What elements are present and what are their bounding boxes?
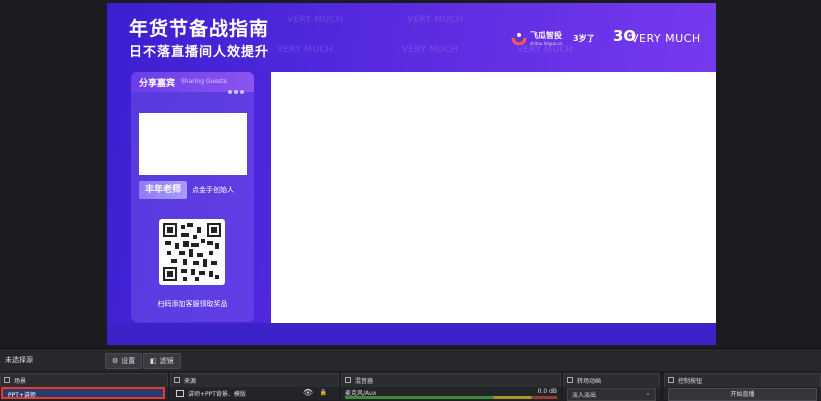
verymuch-text: VERY MUCH (631, 32, 701, 45)
transitions-dock-header: 转场动画 (563, 373, 660, 388)
settings-button[interactable]: ⚙ 设置 (105, 353, 143, 369)
scenes-dock-title: 场景 (14, 378, 27, 385)
presentation-screen (271, 72, 716, 324)
guest-name-tag: 丰年老师 (139, 181, 187, 199)
dock-area: 场景 PPT+讲师 来源 讲师+PPT背景、模版 👁 🔒 混音器 麦克风/Aux… (0, 371, 821, 401)
transitions-panel: 淡入淡出 ⌄ (563, 387, 660, 401)
scene-item-ppt[interactable]: PPT+讲师 (1, 387, 165, 399)
start-stream-button[interactable]: 开始直播 (668, 388, 817, 401)
watermark: VERY MUCH (407, 15, 463, 25)
controls-dock-header: 控制按钮 (664, 373, 821, 388)
dock-icon (4, 377, 10, 383)
guest-panel: 分享嘉宾 Sharing Guests 丰年老师 点金手创始人 扫码添加客服领取… (131, 72, 254, 322)
audio-meter (345, 396, 557, 399)
page-subtitle: 日不落直播间人效提升 (129, 45, 270, 60)
source-item-label: 讲师+PPT背景、模版 (188, 391, 246, 398)
mixer-dock-header: 混音器 (341, 373, 561, 388)
guest-photo (139, 113, 247, 175)
feigua-years: 3岁了 (573, 34, 595, 43)
no-source-label: 未选择源 (5, 356, 33, 364)
watermark: VERY MUCH (277, 45, 333, 55)
guest-description: 点金手创始人 (192, 186, 234, 194)
scenes-dock-header: 场景 (0, 373, 168, 388)
mixer-dock-title: 混音器 (355, 378, 374, 385)
dock-icon (567, 377, 573, 383)
feigua-logo-icon (511, 33, 527, 45)
watermark: VERY MUCH (287, 15, 343, 25)
mixer-level: 0.0 dB (537, 388, 557, 395)
page-title: 年货节备战指南 (129, 18, 270, 40)
source-toolbar: 未选择源 ⚙ 设置 ◧ 滤镜 (0, 348, 821, 371)
dock-icon (174, 377, 180, 383)
sources-list: 讲师+PPT背景、模版 👁 🔒 (170, 387, 339, 400)
visibility-eye-icon[interactable]: 👁 (303, 388, 313, 397)
lock-icon[interactable]: 🔒 (320, 389, 327, 396)
guest-panel-subtitle: Sharing Guests (181, 78, 227, 85)
feigua-name: 飞瓜智投 (530, 31, 562, 40)
dock-icon (345, 377, 351, 383)
canvas-bottom-strip (107, 323, 716, 345)
watermark: VERY MUCH (402, 45, 458, 55)
mixer-panel: 麦克风/Aux 0.0 dB (341, 387, 561, 400)
qr-caption: 扫码添加客服领取奖品 (157, 300, 228, 308)
stream-canvas[interactable]: VERY MUCH VERY MUCH VERY MUCH VERY MUCH … (107, 3, 716, 345)
sources-dock-header: 来源 (170, 373, 339, 388)
guest-panel-header: 分享嘉宾 Sharing Guests (131, 72, 254, 94)
controls-panel: 开始直播 (664, 387, 821, 401)
qr-code-icon (163, 223, 221, 281)
verymuch-brand: 3ʘ VERY MUCH (613, 27, 713, 47)
transition-select[interactable]: 淡入淡出 ⌄ (567, 388, 656, 401)
chevron-down-icon: ⌄ (645, 389, 651, 397)
sources-dock-title: 来源 (184, 378, 197, 385)
settings-button-label: 设置 (121, 357, 136, 365)
image-source-icon (176, 390, 184, 397)
scenes-list: PPT+讲师 (0, 387, 168, 400)
transition-selected: 淡入淡出 (572, 392, 597, 399)
gear-icon: ⚙ (112, 357, 119, 365)
source-item[interactable]: 讲师+PPT背景、模版 👁 🔒 (172, 388, 337, 399)
feigua-brand: 飞瓜智投 zhitou.feigua.cn 3岁了 (511, 29, 599, 49)
controls-dock-title: 控制按钮 (678, 378, 703, 385)
guest-panel-title: 分享嘉宾 (139, 79, 176, 89)
filters-button[interactable]: ◧ 滤镜 (143, 353, 181, 369)
filter-icon: ◧ (150, 357, 157, 365)
feigua-url: zhitou.feigua.cn (530, 41, 563, 46)
transitions-dock-title: 转场动画 (577, 378, 602, 385)
qr-code (159, 219, 225, 285)
dots-icon (228, 79, 246, 94)
dock-icon (668, 377, 674, 383)
filters-button-label: 滤镜 (159, 357, 174, 365)
scene-item-label: PPT+讲师 (8, 392, 36, 399)
